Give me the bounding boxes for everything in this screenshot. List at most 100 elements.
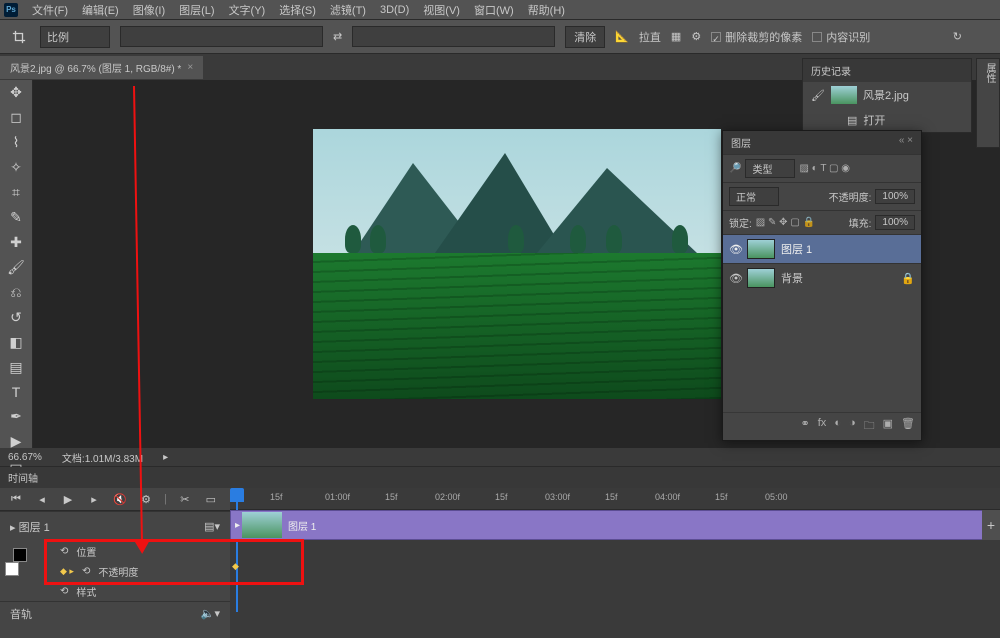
keyframe-lane-opacity[interactable]: ◆ [230, 560, 1000, 580]
menu-select[interactable]: 选择(S) [279, 2, 316, 18]
grid-overlay-icon[interactable]: ▦ [671, 30, 681, 43]
transition-icon[interactable]: ▭ [203, 492, 219, 506]
content-aware-checkbox[interactable]: 内容识别 [812, 29, 870, 45]
crop-tool[interactable]: ⌗ [5, 184, 27, 201]
timeline-clip[interactable]: ▸ 图层 1 [230, 510, 988, 540]
fill-value[interactable]: 100% [875, 215, 915, 230]
blend-mode-dropdown[interactable]: 正常 [729, 187, 779, 206]
layer-name[interactable]: 背景 [781, 270, 803, 286]
keyframe-lane-style[interactable] [230, 580, 1000, 600]
layer-item-background[interactable]: 👁 背景 🔒 [723, 263, 921, 292]
close-tab-icon[interactable]: × [187, 62, 193, 73]
type-tool[interactable]: T [5, 384, 27, 400]
layer-thumbnail[interactable] [747, 268, 775, 288]
layers-panel-title[interactable]: 图层 [731, 135, 751, 150]
ratio-width-input[interactable] [120, 26, 323, 47]
visibility-icon[interactable]: 👁 [729, 272, 741, 285]
timeline-tracks-area[interactable]: 15f 01:00f 15f 02:00f 15f 03:00f 15f 04:… [230, 488, 1000, 638]
pen-tool[interactable]: ✒ [5, 408, 27, 425]
properties-panel-collapsed[interactable]: 属性 [976, 58, 1000, 148]
menu-file[interactable]: 文件(F) [32, 2, 68, 18]
timeline-panel-title[interactable]: 时间轴 [0, 467, 1000, 488]
document-info[interactable]: 文档:1.01M/3.83M [62, 450, 143, 465]
marquee-tool[interactable]: ◻ [5, 109, 27, 126]
clone-stamp-tool[interactable]: ⎌ [5, 284, 27, 301]
keyframe-nav-icon[interactable]: ◆ ▸ [60, 566, 74, 577]
eyedropper-tool[interactable]: ✎ [5, 209, 27, 226]
history-doc-row[interactable]: 🖌 风景2.jpg [803, 82, 971, 108]
move-tool[interactable]: ✥ [5, 84, 27, 101]
healing-brush-tool[interactable]: ✚ [5, 234, 27, 251]
panel-close-icon[interactable]: « × [899, 135, 913, 150]
trash-icon[interactable]: 🗑 [901, 417, 915, 436]
go-start-icon[interactable]: ⏮ [8, 492, 24, 506]
audio-options-icon[interactable]: 🔈▾ [201, 607, 220, 620]
menu-help[interactable]: 帮助(H) [528, 2, 565, 18]
straighten-icon[interactable]: 📐 [615, 30, 629, 43]
mask-icon[interactable]: ◐ [834, 417, 841, 436]
filter-icons[interactable]: ▨ ◐ T ▢ ◉ [799, 163, 850, 174]
menu-filter[interactable]: 滤镜(T) [330, 2, 366, 18]
timeline-prop-position[interactable]: ⟲位置 [0, 541, 230, 561]
layer-item-1[interactable]: 👁 图层 1 [723, 234, 921, 263]
settings-gear-icon[interactable]: ⚙ [691, 30, 701, 43]
timeline-prop-opacity[interactable]: ◆ ▸ ⟲不透明度 [0, 561, 230, 581]
menu-window[interactable]: 窗口(W) [474, 2, 514, 18]
reset-icon[interactable]: ↻ [953, 30, 962, 43]
ratio-height-input[interactable] [352, 26, 555, 47]
prev-frame-icon[interactable]: ◂ [34, 492, 50, 506]
layer-filter-dropdown[interactable]: 类型 [745, 159, 795, 178]
fx-icon[interactable]: fx [818, 417, 827, 436]
new-layer-icon[interactable]: ▣ [883, 417, 893, 436]
history-panel-title[interactable]: 历史记录 [803, 59, 971, 82]
menu-view[interactable]: 视图(V) [423, 2, 460, 18]
chevron-right-icon[interactable]: ▸ [163, 452, 168, 463]
path-select-tool[interactable]: ▶ [5, 433, 27, 450]
playhead[interactable] [230, 488, 244, 502]
history-step-open[interactable]: ▤ 打开 [803, 108, 971, 132]
keyframe-marker[interactable]: ◆ [232, 561, 239, 571]
link-icon[interactable]: ⚭ [801, 417, 810, 436]
timeline-prop-style[interactable]: ⟲样式 [0, 581, 230, 601]
group-icon[interactable]: 🗀 [864, 417, 875, 436]
menu-edit[interactable]: 编辑(E) [82, 2, 119, 18]
next-frame-icon[interactable]: ▸ [86, 492, 102, 506]
document-icon: ▤ [847, 114, 857, 127]
ratio-dropdown[interactable]: 比例 [40, 26, 110, 48]
search-icon[interactable]: 🔎 [729, 163, 741, 174]
foreground-color[interactable] [5, 562, 19, 576]
clear-button[interactable]: 清除 [565, 26, 605, 48]
gradient-tool[interactable]: ▤ [5, 359, 27, 376]
mute-icon[interactable]: 🔇 [112, 492, 128, 506]
layer-name[interactable]: 图层 1 [781, 241, 812, 257]
delete-cropped-checkbox[interactable]: 删除裁剪的像素 [711, 29, 802, 45]
zoom-level[interactable]: 66.67% [8, 452, 42, 463]
opacity-value[interactable]: 100% [875, 189, 915, 204]
background-color[interactable] [13, 548, 27, 562]
visibility-icon[interactable]: 👁 [729, 243, 741, 256]
menu-3d[interactable]: 3D(D) [380, 4, 409, 16]
keyframe-lane-position[interactable] [230, 540, 1000, 560]
timeline-ruler[interactable]: 15f 01:00f 15f 02:00f 15f 03:00f 15f 04:… [230, 488, 1000, 510]
menu-type[interactable]: 文字(Y) [229, 2, 266, 18]
timeline-track-header[interactable]: ▸ 图层 1 ▤▾ [0, 511, 230, 541]
layer-thumbnail[interactable] [747, 239, 775, 259]
menu-layer[interactable]: 图层(L) [179, 2, 214, 18]
menu-image[interactable]: 图像(I) [133, 2, 165, 18]
eraser-tool[interactable]: ◧ [5, 334, 27, 351]
document-canvas[interactable] [313, 129, 721, 399]
history-step-label: 打开 [863, 112, 885, 128]
play-icon[interactable]: ▶ [60, 492, 76, 506]
add-track-button[interactable]: + [982, 510, 1000, 540]
history-brush-tool[interactable]: ↺ [5, 309, 27, 326]
lasso-tool[interactable]: ⌇ [5, 134, 27, 151]
magic-wand-tool[interactable]: ✧ [5, 159, 27, 176]
timeline-audio-track[interactable]: 音轨 🔈▾ [0, 601, 230, 625]
split-icon[interactable]: ✂ [177, 492, 193, 506]
swap-icon[interactable]: ⇄ [333, 30, 342, 43]
track-options-icon[interactable]: ▤▾ [204, 520, 220, 533]
document-tab[interactable]: 风景2.jpg @ 66.7% (图层 1, RGB/8#) * × [0, 56, 203, 79]
adjustment-icon[interactable]: ◑ [849, 417, 856, 436]
lock-icons[interactable]: ▨ ✎ ✥ ▢ 🔒 [756, 217, 815, 228]
brush-tool[interactable]: 🖌 [5, 259, 27, 276]
